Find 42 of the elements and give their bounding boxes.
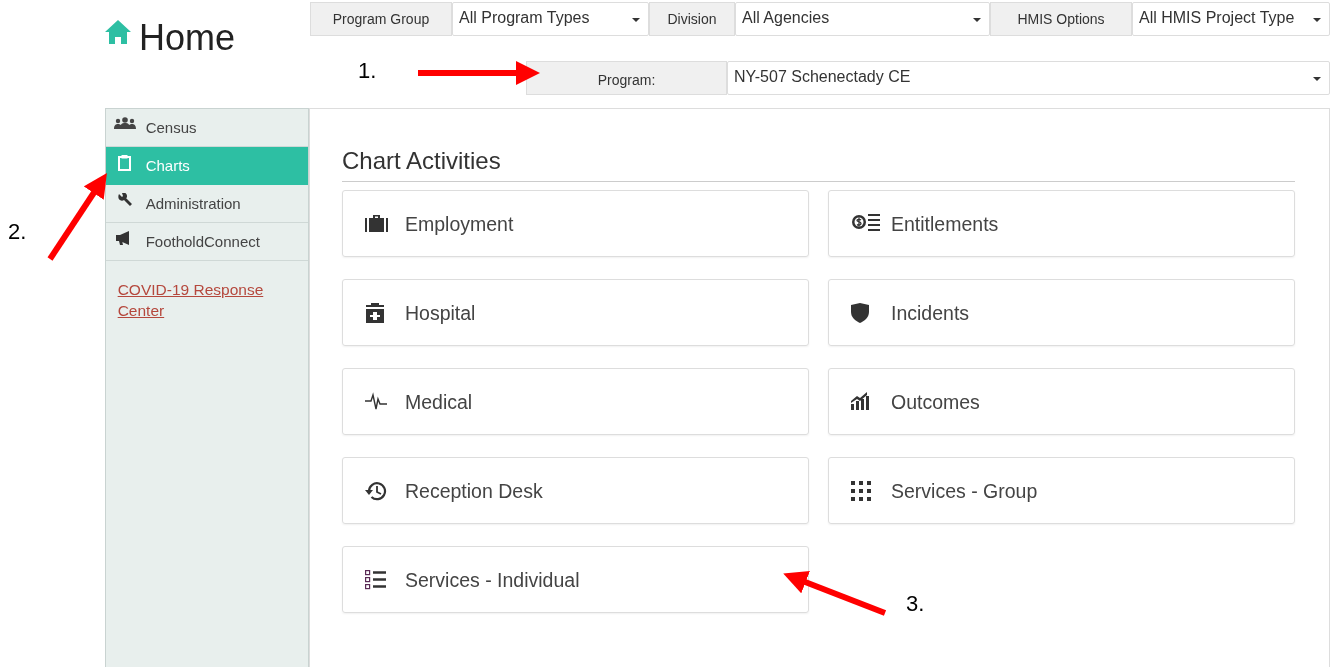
step-number: 2. bbox=[8, 219, 27, 245]
shield-icon bbox=[851, 303, 869, 323]
caret-icon bbox=[632, 18, 640, 22]
bar-chart-icon bbox=[851, 392, 869, 410]
caret-icon bbox=[973, 18, 981, 22]
first-aid-kit-icon bbox=[365, 303, 385, 323]
grid-icon bbox=[851, 481, 871, 501]
heartbeat-icon bbox=[365, 392, 387, 410]
activity-card[interactable]: Employment bbox=[342, 190, 809, 257]
sidebar-item[interactable]: FootholdConnect bbox=[105, 223, 308, 261]
activity-card[interactable]: Outcomes bbox=[828, 368, 1295, 435]
sidebar-item[interactable]: Administration bbox=[105, 185, 308, 223]
caret-icon bbox=[1313, 77, 1321, 81]
history-icon bbox=[365, 481, 387, 501]
checklist-icon bbox=[365, 570, 386, 590]
activity-card[interactable]: Medical bbox=[342, 368, 809, 435]
activity-card[interactable]: Services - Group bbox=[828, 457, 1295, 524]
activity-card[interactable]: Reception Desk bbox=[342, 457, 809, 524]
caret-icon bbox=[1313, 18, 1321, 22]
activity-card[interactable]: Entitlements bbox=[828, 190, 1295, 257]
people-icon bbox=[113, 117, 136, 129]
home-icon bbox=[105, 20, 131, 44]
program-dropdown[interactable]: NY-507 Schenectady CE bbox=[727, 61, 1330, 95]
filter-dropdown[interactable]: All Agencies bbox=[735, 2, 990, 36]
program-label: Program: bbox=[526, 61, 727, 95]
filter-dropdown[interactable]: All HMIS Project Type bbox=[1132, 2, 1330, 36]
activity-card[interactable]: Incidents bbox=[828, 279, 1295, 346]
filter-label: Program Group bbox=[310, 2, 452, 36]
filter-label: HMIS Options bbox=[990, 2, 1132, 36]
filter-label: Division bbox=[649, 2, 735, 36]
covid-link[interactable]: COVID-19 Response Center bbox=[117, 279, 278, 321]
section-heading: Chart Activities bbox=[342, 147, 1295, 182]
activity-card[interactable]: Services - Individual bbox=[342, 546, 809, 613]
briefcase-icon bbox=[365, 214, 388, 232]
step-number: 3. bbox=[906, 591, 925, 617]
page-title: Home bbox=[139, 16, 236, 60]
coin-list-icon bbox=[851, 214, 881, 232]
wrench-icon bbox=[116, 193, 133, 209]
clipboard-icon bbox=[118, 155, 132, 171]
step-number: 1. bbox=[358, 58, 377, 84]
activity-card[interactable]: Hospital bbox=[342, 279, 809, 346]
filter-dropdown[interactable]: All Program Types bbox=[452, 2, 649, 36]
